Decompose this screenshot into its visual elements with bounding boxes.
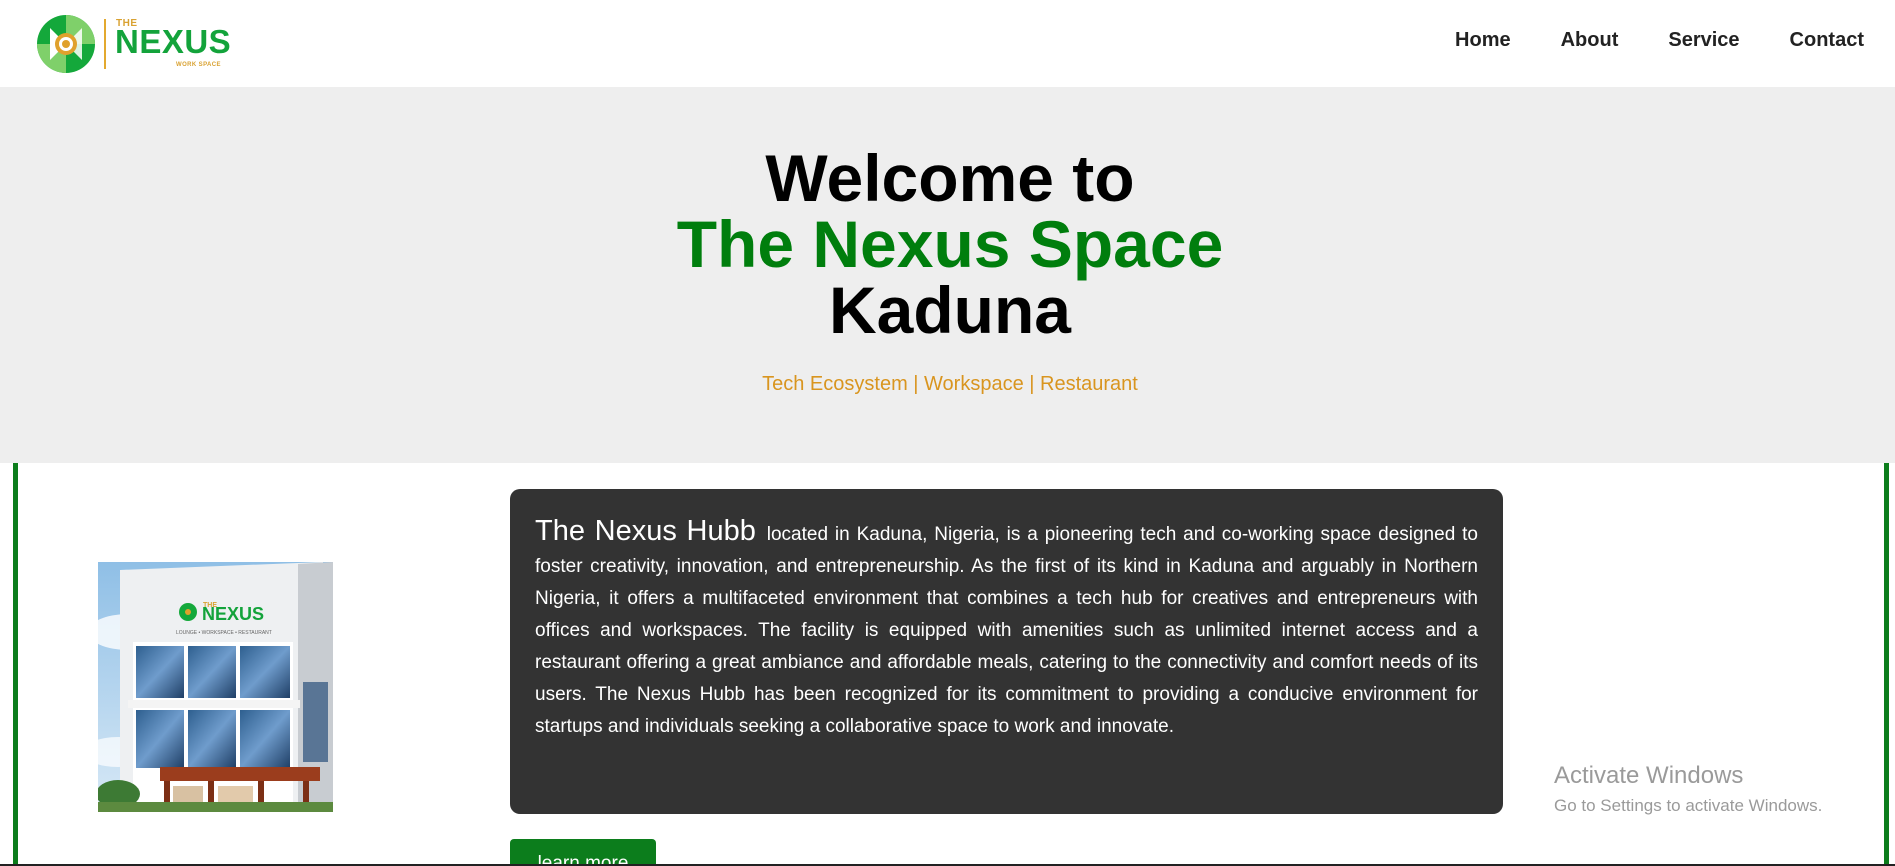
watermark-subtitle: Go to Settings to activate Windows. (1554, 796, 1823, 815)
site-logo[interactable]: THE NEXUS WORK SPACE (36, 13, 236, 75)
nav-about[interactable]: About (1561, 29, 1619, 52)
nav-home[interactable]: Home (1455, 29, 1511, 52)
learn-more-button[interactable]: learn more (510, 839, 656, 866)
hero-tagline: Tech Ecosystem | Workspace | Restaurant (762, 373, 1138, 395)
nav-service[interactable]: Service (1668, 29, 1739, 52)
building-illustration: THE NEXUS LOUNGE • WORKSPACE • RESTAURAN… (98, 562, 333, 812)
about-lead: The Nexus Hubb (535, 515, 756, 547)
windows-activation-watermark: Activate Windows Go to Settings to activ… (1554, 762, 1822, 816)
main-nav: Home About Service Contact (1405, 29, 1864, 52)
site-header: THE NEXUS WORK SPACE Home About Service … (0, 0, 1895, 87)
watermark-title: Activate Windows (1554, 762, 1744, 789)
sign-nexus: NEXUS (202, 604, 264, 624)
hero-title: Welcome to The Nexus Space Kaduna (0, 145, 1895, 343)
nexus-logo-icon (37, 15, 95, 73)
hero-line-city: Kaduna (828, 273, 1072, 347)
logo-divider (104, 19, 106, 69)
hero-line-welcome: Welcome to (765, 141, 1135, 215)
hero-section: Welcome to The Nexus Space Kaduna Tech E… (0, 87, 1895, 463)
page: THE NEXUS WORK SPACE Home About Service … (0, 0, 1895, 866)
sign-sub: LOUNGE • WORKSPACE • RESTAURANT (176, 630, 272, 636)
about-card: The Nexus Hubb located in Kaduna, Nigeri… (510, 489, 1503, 814)
hero-line-brand: The Nexus Space (676, 207, 1224, 281)
building-photo: THE NEXUS LOUNGE • WORKSPACE • RESTAURAN… (98, 562, 333, 812)
nav-contact[interactable]: Contact (1790, 29, 1864, 52)
about-body: located in Kaduna, Nigeria, is a pioneer… (535, 524, 1478, 737)
logo-subtitle: WORK SPACE (176, 62, 221, 68)
logo-wordmark: NEXUS (115, 23, 232, 60)
